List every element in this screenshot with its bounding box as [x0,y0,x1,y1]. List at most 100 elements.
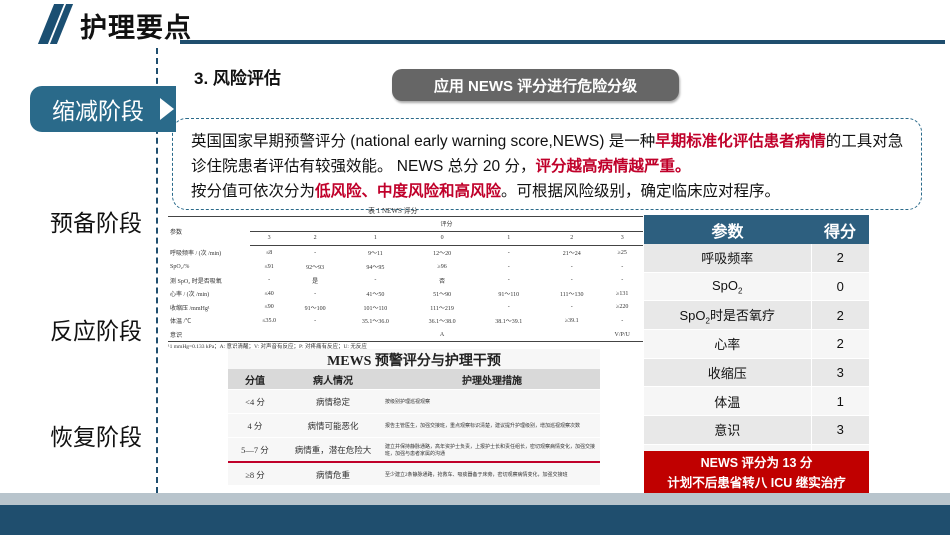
table-cell: - [570,304,573,311]
table-cell: - [621,263,624,270]
row-label: SpO₂/% [170,263,190,270]
table-cell: 9～11 [368,251,383,258]
table-row: <4 分病情稳定 按级别护理巡视观察 [228,389,600,414]
page-title: 护理要点 [80,13,192,43]
table-header: 参数 [168,215,250,246]
table-cell: 111～130 [559,292,584,299]
table-cell: 51～90 [433,292,452,299]
table-cell: ≥39.1 [564,317,579,324]
table-cell: 病情重，潜在危险大 [282,437,384,462]
table-cell: ≥8 分 [228,461,282,486]
table-cell: 5—7 分 [228,437,282,462]
param-cell: SpO2时是否氧疗 [644,300,812,331]
desc-highlight: 低风险、中度风险和高风险 [315,183,502,200]
table-cell: - [314,317,317,324]
table-cell: 101～110 [363,305,388,312]
row-label: 体温 /℃ [170,319,192,326]
table-header: 分值 [228,369,282,390]
desc-highlight: 早期标准化评估患者病情 [655,133,826,150]
table-cell: 4 分 [228,413,282,438]
table-cell: 41～50 [366,292,385,299]
table-cell: 病情稳定 [282,389,384,414]
table-row: 意识 3 [644,415,869,445]
desc-text: 。可根据风险级别，确定临床应对程序。 [501,183,781,200]
score-cell: 3 [811,415,869,445]
score-cell: 1 [811,386,869,417]
section-heading: 3. 风险评估 [194,69,281,88]
table-cell: V/P/U [601,327,643,343]
table-cell: 建立并保持静脉通路，高年资护士负责，上报护士长和责任组长，密切观察病情变化，加强… [384,437,600,462]
nav-stage-active-label: 缩减阶段 [52,98,144,124]
nav-stage-active[interactable]: 缩减阶段 [30,86,176,132]
alert-line: 计划不后患省转八 ICU 继实治疗 [667,476,846,490]
score-cell: 2 [811,300,869,331]
nav-stage-item[interactable]: 预备阶段 [50,204,142,238]
table-cell: - [374,277,377,284]
param-cell: 呼吸频率 [644,244,812,273]
table-cell: - [314,290,317,297]
table-cell: <4 分 [228,389,282,414]
table-header-cell: 2 [542,231,602,247]
nav-stage-item[interactable]: 恢复阶段 [50,418,142,452]
table-header-cell: 3 [601,231,643,247]
row-label: 收缩压 /mmHg¹ [170,305,210,312]
table-cell: 21～24 [562,251,581,258]
table-cell: ≤35.0 [262,317,277,324]
table-row: SpO2 0 [644,272,869,302]
table-row: 心率 2 [644,329,869,359]
table-cell: ≤90 [264,304,274,311]
table-header-cell: 3 [250,231,289,247]
table-header-cell: 2 [288,231,343,247]
param-cell: 收缩压 [644,358,812,388]
table-cell: 35.1～36.0 [361,319,389,326]
table-row: 呼吸频率 2 [644,244,869,273]
table-cell: 至少建立2条静脉通路，抢救车、吸痰器备于床旁，密切观察病情变化，加强交接班 [384,461,600,486]
table-cell [342,327,409,343]
table-cell: 12～20 [433,251,452,258]
row-label: 意识 [168,327,250,343]
table-cell: A [408,327,476,343]
desc-highlight: 评分越高病情越严重。 [535,158,691,175]
table-row: 收缩压 /mmHg¹ ≤90 91～100 101～110 111～219 - - ≥220 [168,301,643,315]
footer-bar [0,505,950,535]
table-row: 4 分病情可能恶化 报告主管医生，加强交接班，重点观察标识清楚，建议提升护理级别，… [228,413,600,438]
table-cell: ≤91 [264,263,274,270]
table-cell: - [268,277,271,284]
table-cell: - [507,249,510,256]
table-row: 心率 / (次 /min) ≤40 - 41～50 51～90 91～110 111～130… [168,287,643,301]
table-row: SpO₂/% ≤91 92～93 94～95 ≥96 - - - [168,260,643,274]
table-cell: ≤8 [265,249,273,256]
table-row: ≥8 分病情危重 至少建立2条静脉通路，抢救车、吸痰器备于床旁，密切观察病情变化，… [228,461,600,486]
row-label: 测 SpO₂ 时是否吸氧 [170,278,222,285]
table-cell: - [314,249,317,256]
table-cell [250,327,289,343]
table-header: 得分 [811,215,869,244]
table-header-cell: 1 [342,231,409,247]
section-pill: 应用 NEWS 评分进行危险分级 [392,69,679,101]
score-cell: 0 [811,272,869,302]
row-label: 心率 / (次 /min) [170,292,210,299]
table-cell: 91～110 [498,292,520,299]
table-cell: 111～219 [430,305,454,312]
score-cell: 2 [811,329,869,359]
table-cell: - [570,277,573,284]
table-header: 参数 [644,215,812,244]
table-cell: - [570,263,573,270]
table-cell: 否 [439,278,446,285]
nav-stage-item[interactable]: 反应阶段 [50,312,142,346]
table-cell: - [507,277,510,284]
param-cell: 体温 [644,386,812,417]
table-cell: 病情危重 [282,461,384,486]
table-cell: 38.1～39.1 [495,319,523,326]
table-row: 5—7 分病情重，潜在危险大 建立并保持静脉通路，高年资护士负责，上报护士长和责任… [228,437,600,462]
table-header: 评分 [250,216,643,232]
desc-text: 按分值可依次分为 [191,183,316,200]
table-row: 体温 1 [644,386,869,417]
table-header-cell: 0 [408,231,476,247]
table-cell [288,327,343,343]
table-cell: - [507,304,510,311]
table-row: 测 SpO₂ 时是否吸氧 - 是 - 否 - - - [168,273,643,287]
table-row: 收缩压 3 [644,358,869,388]
table-cell: 91～100 [304,305,326,312]
play-arrow-icon [160,98,174,120]
